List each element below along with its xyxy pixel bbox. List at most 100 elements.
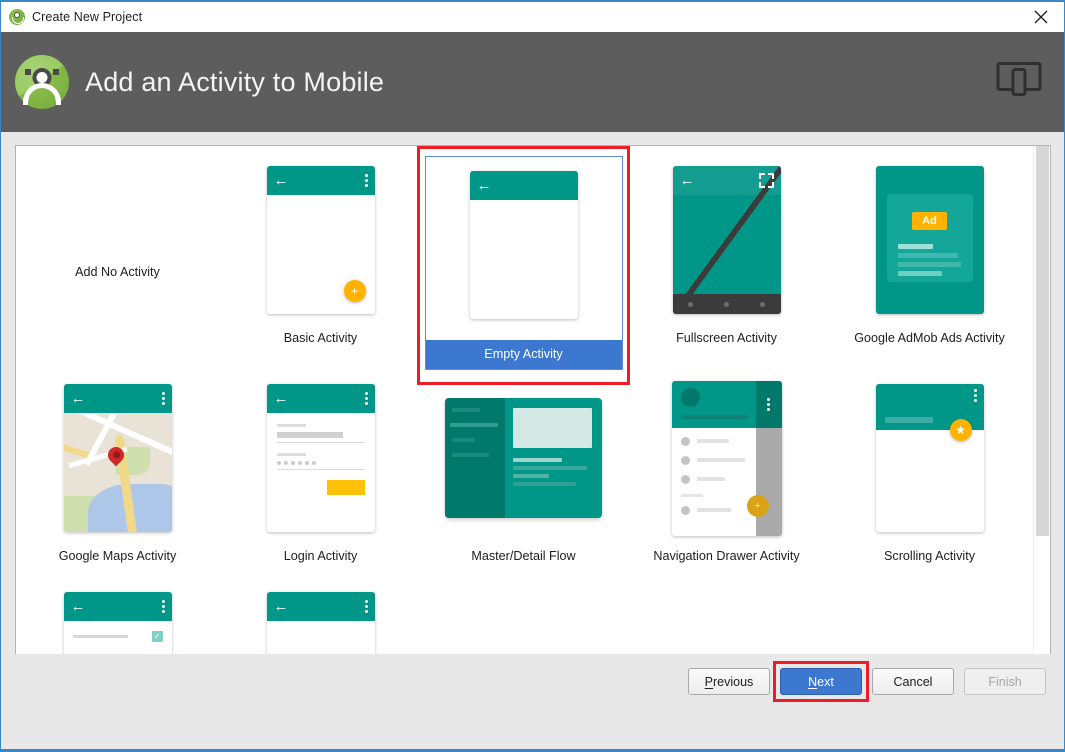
password-field-placeholder xyxy=(277,453,365,470)
finish-button: Finish xyxy=(964,668,1046,695)
master-detail-thumbnail xyxy=(425,374,623,542)
map-preview xyxy=(64,413,172,532)
activity-card-label: Google Maps Activity xyxy=(59,548,177,564)
ad-badge: Ad xyxy=(912,212,947,230)
back-arrow-icon: ← xyxy=(274,173,289,188)
fullscreen-expand-icon xyxy=(759,173,774,188)
overflow-menu-icon xyxy=(974,389,977,402)
app-bar: ← xyxy=(267,166,375,195)
activity-card-tabbed-activity[interactable]: ← xyxy=(219,588,422,656)
cancel-button[interactable]: Cancel xyxy=(872,668,954,695)
tabbed-activity-thumbnail: ← xyxy=(222,592,420,656)
system-navigation-bar xyxy=(673,294,781,314)
activity-card-label: Basic Activity xyxy=(284,330,357,346)
next-button[interactable]: Next xyxy=(780,668,862,695)
activity-card-basic-activity[interactable]: ← + Basic Activity xyxy=(219,152,422,370)
drawer-item-list xyxy=(672,428,756,515)
fullscreen-activity-thumbnail: ← xyxy=(628,156,826,324)
back-arrow-icon: ← xyxy=(71,599,86,614)
overflow-menu-icon xyxy=(365,174,368,187)
floating-action-button-icon: ★ xyxy=(950,419,972,441)
create-new-project-dialog: Create New Project Add an Activity to Mo… xyxy=(0,0,1065,752)
overflow-menu-icon xyxy=(162,392,165,405)
next-button-label: ext xyxy=(817,675,834,689)
list-item xyxy=(681,506,756,515)
previous-button-label: revious xyxy=(713,675,753,689)
diagonal-decoration xyxy=(673,166,781,314)
app-bar: ← xyxy=(470,171,578,200)
app-bar: ← xyxy=(267,592,375,621)
previous-button[interactable]: Previous xyxy=(688,668,770,695)
email-field-placeholder xyxy=(277,424,365,443)
dialog-header: Add an Activity to Mobile xyxy=(1,32,1064,132)
activity-gallery-panel[interactable]: Add No Activity ← + xyxy=(15,145,1051,656)
drawer-header xyxy=(672,381,756,428)
app-bar: ← xyxy=(267,384,375,413)
back-arrow-icon: ← xyxy=(71,391,86,406)
admob-activity-thumbnail: Ad xyxy=(831,156,1029,324)
vertical-scrollbar-thumb[interactable] xyxy=(1036,146,1049,536)
dialog-footer: Previous Next Cancel Finish xyxy=(1,654,1064,746)
divider xyxy=(681,494,703,497)
activity-card-label: Fullscreen Activity xyxy=(676,330,777,346)
activity-card-label: Add No Activity xyxy=(75,264,160,280)
activity-card-label: Navigation Drawer Activity xyxy=(653,548,799,564)
settings-activity-thumbnail: ← ✓ xyxy=(19,592,217,656)
floating-action-button-icon: + xyxy=(747,495,769,517)
login-form-preview xyxy=(267,413,375,495)
detail-pane xyxy=(505,398,602,518)
activity-card-placeholder xyxy=(828,588,1031,656)
activity-card-master-detail-flow[interactable]: Master/Detail Flow xyxy=(422,370,625,588)
activity-card-label: Scrolling Activity xyxy=(884,548,975,564)
avatar xyxy=(681,388,700,407)
android-studio-icon xyxy=(9,9,25,25)
tablet-device-icon xyxy=(996,61,1042,104)
window-title-bar: Create New Project xyxy=(1,2,1064,32)
activity-card-label: Login Activity xyxy=(284,548,358,564)
overflow-menu-icon xyxy=(162,600,165,613)
scrolling-activity-thumbnail: ★ xyxy=(831,374,1029,542)
vertical-scrollbar[interactable] xyxy=(1033,146,1050,655)
activity-card-scrolling-activity[interactable]: ★ Scrolling Activity xyxy=(828,370,1031,588)
activity-card-google-admob-ads-activity[interactable]: Ad Google AdMob Ads Activity xyxy=(828,152,1031,370)
activity-card-empty-activity[interactable]: ← Empty Activity xyxy=(422,152,625,370)
back-arrow-icon: ← xyxy=(274,599,289,614)
login-activity-thumbnail: ← xyxy=(222,374,420,542)
master-list-pane xyxy=(445,398,505,518)
activity-card-placeholder xyxy=(625,588,828,656)
navigation-drawer-thumbnail: + xyxy=(628,374,826,542)
overflow-menu-icon xyxy=(756,381,782,428)
empty-activity-thumbnail: ← xyxy=(426,157,622,340)
activity-card-navigation-drawer-activity[interactable]: + Navigation Drawer Activity xyxy=(625,370,828,588)
sign-in-button-placeholder xyxy=(327,480,365,495)
gallery-row: ← ✓ xyxy=(16,588,1034,656)
overflow-menu-icon xyxy=(365,600,368,613)
activity-card-add-no-activity[interactable]: Add No Activity xyxy=(16,152,219,370)
gallery-row: Add No Activity ← + xyxy=(16,152,1034,370)
list-item xyxy=(681,456,756,465)
app-bar: ← xyxy=(64,592,172,621)
activity-gallery: Add No Activity ← + xyxy=(16,146,1034,655)
gallery-row: ← xyxy=(16,370,1034,588)
overflow-menu-icon xyxy=(365,392,368,405)
maps-activity-thumbnail: ← xyxy=(19,374,217,542)
activity-card-label: Empty Activity xyxy=(426,340,622,369)
activity-card-settings-activity[interactable]: ← ✓ xyxy=(16,588,219,656)
activity-card-fullscreen-activity[interactable]: ← Fullscreen Activity xyxy=(625,152,828,370)
previous-button-mnemonic: P xyxy=(705,675,713,689)
activity-card-label: Master/Detail Flow xyxy=(471,548,575,564)
next-button-wrapper: Next xyxy=(780,668,862,695)
close-icon[interactable] xyxy=(1018,2,1064,32)
dialog-button-row: Previous Next Cancel Finish xyxy=(688,668,1046,695)
list-item xyxy=(681,437,756,446)
activity-card-google-maps-activity[interactable]: ← xyxy=(16,370,219,588)
android-studio-logo-icon xyxy=(15,55,69,109)
next-button-mnemonic: N xyxy=(808,675,817,689)
window-title: Create New Project xyxy=(32,10,142,24)
activity-card-login-activity[interactable]: ← xyxy=(219,370,422,588)
back-arrow-icon: ← xyxy=(274,391,289,406)
basic-activity-thumbnail: ← + xyxy=(222,156,420,324)
app-bar-title-placeholder xyxy=(885,417,933,423)
activity-card-label: Google AdMob Ads Activity xyxy=(854,330,1005,346)
list-item xyxy=(681,475,756,484)
